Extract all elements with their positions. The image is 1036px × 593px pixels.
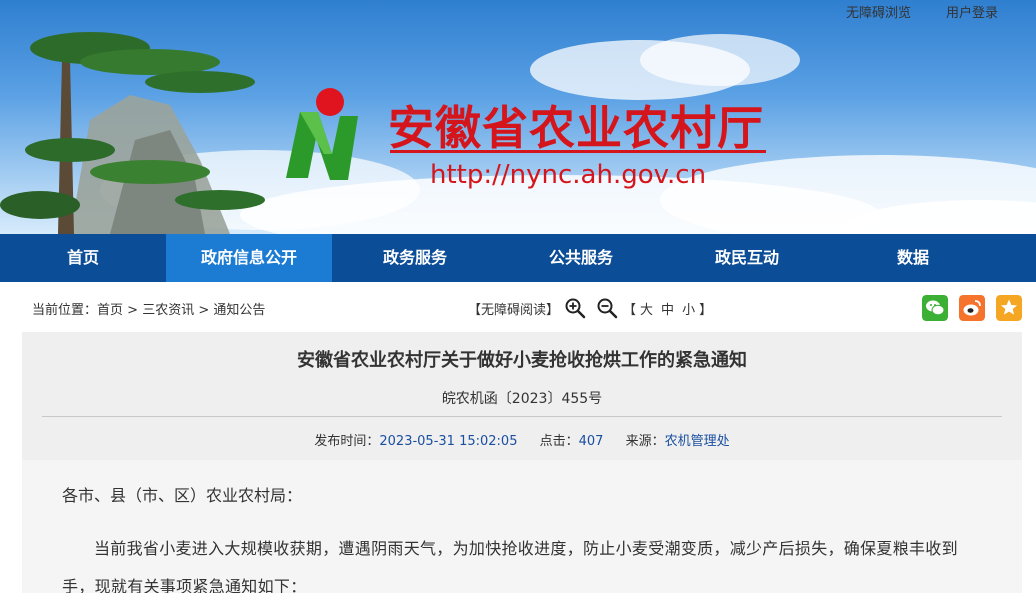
source-value: 农机管理处 — [664, 434, 730, 449]
header-divider — [42, 416, 1002, 417]
greeting-paragraph: 各市、县（市、区）农业农村局： — [62, 486, 303, 505]
article-header: 安徽省农业农村厅关于做好小麦抢收抢烘工作的紧急通知 皖农机函〔2023〕455号… — [22, 332, 1022, 460]
publish-time: 2023-05-31 15:02:05 — [379, 434, 518, 449]
favorite-star-icon[interactable] — [996, 295, 1022, 321]
clicks-label: 点击： — [539, 434, 579, 449]
font-size-close: 】 — [699, 302, 713, 318]
accessible-browse-link[interactable]: 无障碍浏览 — [846, 2, 911, 21]
zoom-in-icon[interactable] — [564, 297, 586, 319]
font-size-large[interactable]: 大 — [640, 299, 653, 318]
utility-bar: 无障碍浏览 用户登录 — [0, 0, 1036, 21]
article-title: 安徽省农业农村厅关于做好小麦抢收抢烘工作的紧急通知 — [297, 350, 747, 371]
header-banner: 安徽省农业农村厅 http://nync.ah.gov.cn — [0, 0, 1036, 234]
source-label: 来源： — [625, 434, 665, 449]
user-login-link[interactable]: 用户登录 — [946, 2, 998, 21]
click-count: 407 — [578, 434, 604, 449]
breadcrumb-sannong[interactable]: 三农资讯 — [142, 303, 194, 318]
nav-item-gov-info[interactable]: 政府信息公开 — [166, 234, 332, 282]
font-size-small[interactable]: 小 — [682, 299, 695, 318]
wechat-icon[interactable] — [922, 295, 948, 321]
zoom-out-icon[interactable] — [596, 297, 618, 319]
article-body: 各市、县（市、区）农业农村局： 当前我省小麦进入大规模收获期，遭遇阴雨天气，为加… — [22, 460, 1022, 593]
reading-tools: 【无障碍阅读】 【 大 中 小 】 — [468, 297, 712, 319]
nav-item-public-service[interactable]: 公共服务 — [498, 234, 664, 282]
title-underline — [390, 150, 766, 153]
breadcrumb-prefix: 当前位置： — [32, 303, 98, 318]
site-url: http://nync.ah.gov.cn — [430, 160, 707, 190]
breadcrumb-home[interactable]: 首页 — [97, 303, 123, 318]
main-nav: 首页 政府信息公开 政务服务 公共服务 政民互动 数据 — [0, 234, 1036, 282]
logo-n-icon — [286, 88, 358, 180]
weibo-icon[interactable] — [959, 295, 985, 321]
site-title: 安徽省农业农村厅 — [388, 101, 764, 155]
breadcrumb-row: 当前位置：首页 > 三农资讯 > 通知公告 【无障碍阅读】 【 大 中 小 】 — [0, 282, 1036, 332]
publish-label: 发布时间： — [314, 434, 380, 449]
breadcrumb: 当前位置：首页 > 三农资讯 > 通知公告 — [32, 299, 265, 318]
nav-item-home[interactable]: 首页 — [0, 234, 166, 282]
breadcrumb-sep: > — [123, 303, 143, 318]
breadcrumb-notices[interactable]: 通知公告 — [213, 303, 265, 318]
nav-item-data[interactable]: 数据 — [830, 234, 996, 282]
accessible-read-button[interactable]: 【无障碍阅读】 — [468, 299, 559, 318]
nav-item-interaction[interactable]: 政民互动 — [664, 234, 830, 282]
font-size-open: 【 — [623, 302, 637, 318]
document-number: 皖农机函〔2023〕455号 — [441, 391, 603, 407]
font-size-medium[interactable]: 中 — [661, 299, 674, 318]
breadcrumb-sep: > — [194, 303, 214, 318]
article-meta: 发布时间：2023-05-31 15:02:05 点击：407 来源：农机管理处 — [22, 430, 1022, 449]
body-paragraph: 当前我省小麦进入大规模收获期，遭遇阴雨天气，为加快抢收进度，防止小麦受潮变质，减… — [62, 539, 958, 593]
nav-item-gov-service[interactable]: 政务服务 — [332, 234, 498, 282]
